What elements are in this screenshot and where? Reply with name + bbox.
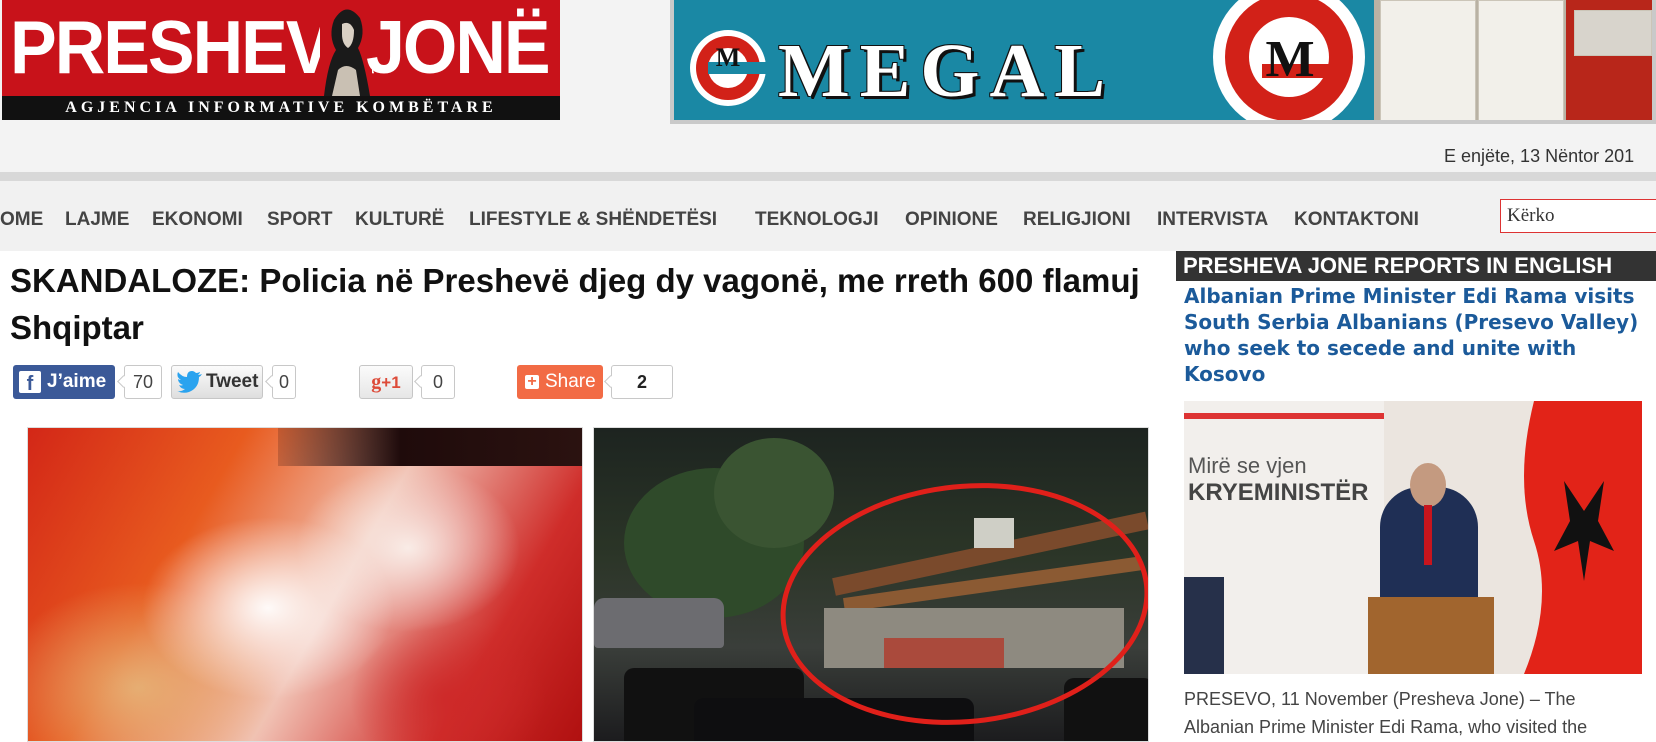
facebook-like-button[interactable]: f J’aime [13, 365, 115, 399]
article-title: SKANDALOZE: Policia në Preshevë djeg dy … [10, 262, 1140, 346]
nav-item-sport[interactable]: SPORT [267, 209, 332, 231]
banner-brand-text: MEGAL [778, 29, 1116, 113]
share-button[interactable]: + Share [517, 365, 603, 399]
nav-item-home[interactable]: OME [0, 209, 43, 231]
tweet-button[interactable]: Tweet [171, 365, 263, 399]
prime-minister-text: KRYEMINISTËR [1188, 479, 1369, 506]
share-label: Share [545, 371, 596, 392]
share-plus-icon: + [525, 374, 539, 390]
bust-logo-icon [320, 0, 372, 96]
tweet-label: Tweet [206, 371, 259, 392]
logo-text-right: JONË [366, 4, 551, 90]
tweet-count: 0 [272, 365, 296, 399]
header-divider [0, 172, 1656, 181]
megal-emblem-icon: M [1213, 0, 1365, 120]
megal-ad-banner[interactable]: M MEGAL M [670, 0, 1656, 124]
google-plus-button[interactable]: g+1 [359, 365, 413, 399]
share-count: 2 [611, 365, 673, 399]
nav-item-lifestyle[interactable]: LIFESTYLE & SHËNDETËSI [469, 209, 717, 231]
google-plus-label: +1 [381, 373, 401, 392]
svg-text:M: M [716, 43, 741, 72]
current-date: E enjëte, 13 Nëntor 201 [1444, 146, 1635, 166]
nav-item-kontaktoni[interactable]: KONTAKTONI [1294, 209, 1419, 231]
sidebar-story-link[interactable]: Albanian Prime Minister Edi Rama visits … [1184, 283, 1646, 387]
share-bar: f J’aime 70 Tweet 0 g+1 0 + Share 2 [0, 363, 700, 403]
albanian-flag-icon [1524, 401, 1642, 674]
nav-item-teknologji[interactable]: TEKNOLOGJI [755, 209, 879, 231]
svg-text:M: M [1265, 31, 1314, 88]
search-box [1500, 199, 1656, 233]
sidebar-heading: PRESHEVA JONE REPORTS IN ENGLISH [1176, 251, 1656, 281]
twitter-bird-icon [177, 371, 202, 393]
sidebar-story-excerpt: PRESEVO, 11 November (Presheva Jone) – T… [1184, 689, 1588, 737]
article-photo-police-truck[interactable] [593, 427, 1149, 742]
sidebar-story-photo[interactable]: Mirë se vjen KRYEMINISTËR [1184, 401, 1642, 674]
site-header: PRESHEVA JONË AGJENCIA INFORMATIVE KOMBË… [0, 0, 1656, 170]
kitchen-ad-image [1374, 0, 1652, 120]
sidebar: PRESHEVA JONE REPORTS IN ENGLISH Albania… [1166, 251, 1656, 742]
google-plus-count: 0 [421, 365, 455, 399]
welcome-text: Mirë se vjen [1188, 453, 1307, 478]
megal-logo-icon: M [690, 30, 778, 106]
google-plus-icon: g [371, 371, 382, 393]
article-area: SKANDALOZE: Policia në Preshevë djeg dy … [0, 251, 1166, 742]
article-photo-burning-flags[interactable] [27, 427, 583, 742]
nav-item-kulture[interactable]: KULTURË [355, 209, 444, 231]
search-input[interactable] [1501, 200, 1656, 232]
nav-item-lajme[interactable]: LAJME [65, 209, 129, 231]
facebook-like-label: J’aime [47, 371, 107, 392]
facebook-like-count: 70 [124, 365, 162, 399]
nav-item-intervista[interactable]: INTERVISTA [1157, 209, 1268, 231]
logo-subtitle: AGJENCIA INFORMATIVE KOMBËTARE [2, 96, 560, 120]
main-navigation: OME LAJME EKONOMI SPORT KULTURË LIFESTYL… [0, 181, 1656, 251]
site-logo[interactable]: PRESHEVA JONË AGJENCIA INFORMATIVE KOMBË… [2, 0, 560, 120]
nav-item-ekonomi[interactable]: EKONOMI [152, 209, 243, 231]
nav-item-opinione[interactable]: OPINIONE [905, 209, 998, 231]
nav-item-religjioni[interactable]: RELIGJIONI [1023, 209, 1131, 231]
facebook-icon: f [19, 371, 41, 395]
